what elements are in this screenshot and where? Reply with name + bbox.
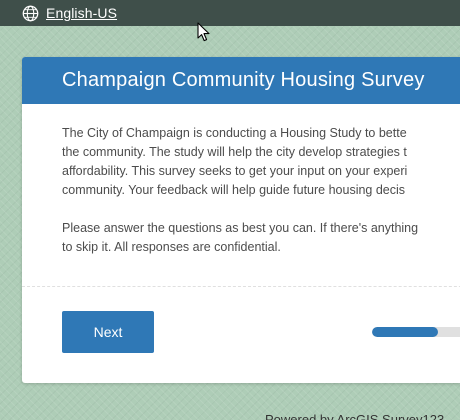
instruction-line: Please answer the questions as best you … <box>62 221 419 235</box>
progress-fill <box>372 327 438 337</box>
mouse-cursor-icon <box>197 22 210 42</box>
language-selector[interactable]: English-US <box>22 5 117 22</box>
survey-card: Champaign Community Housing Survey The C… <box>22 57 460 383</box>
intro-line: the community. The study will help the c… <box>62 145 407 159</box>
intro-line: affordability. This survey seeks to get … <box>62 164 408 178</box>
intro-line: community. Your feedback will help guide… <box>62 183 406 197</box>
intro-paragraph: The City of Champaign is conducting a Ho… <box>62 124 460 200</box>
language-label[interactable]: English-US <box>46 5 117 21</box>
survey-title: Champaign Community Housing Survey <box>62 69 425 91</box>
top-bar: English-US <box>0 0 460 26</box>
survey-description: The City of Champaign is conducting a Ho… <box>22 104 460 257</box>
instruction-line: to skip it. All responses are confidenti… <box>62 240 281 254</box>
intro-line: The City of Champaign is conducting a Ho… <box>62 126 407 140</box>
progress-bar <box>372 327 460 337</box>
instruction-paragraph: Please answer the questions as best you … <box>62 219 460 257</box>
globe-icon <box>22 5 39 21</box>
survey-header: Champaign Community Housing Survey <box>22 57 460 104</box>
powered-by-text: Powered by ArcGIS Survey123 <box>265 412 445 420</box>
next-button[interactable]: Next <box>62 311 154 353</box>
divider <box>22 286 460 287</box>
